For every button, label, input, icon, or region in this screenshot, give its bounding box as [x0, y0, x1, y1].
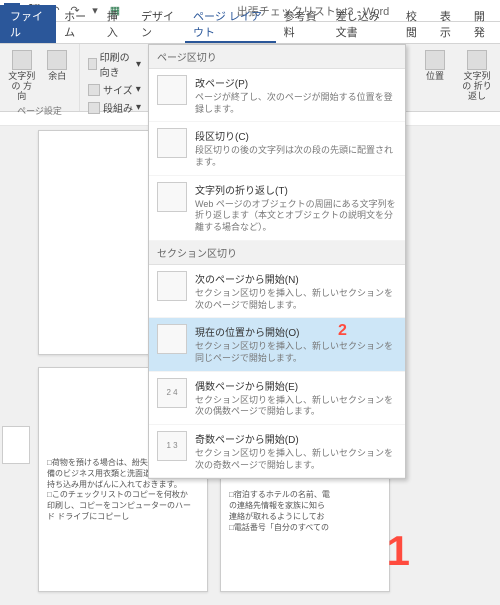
page4-body: □宿泊するホテルの名前、電 の連絡先情報を家族に知ら 連絡が取れるようにしてお …	[229, 490, 381, 533]
tab-home[interactable]: ホーム	[56, 5, 99, 43]
dropdown-section-section-breaks: セクション区切り	[149, 241, 405, 265]
break-column[interactable]: 段区切り(C)段区切りの後の文字列は次の段の先頭に配置されます。	[149, 122, 405, 175]
tab-insert[interactable]: 挿入	[99, 5, 133, 43]
page-setup-label: ページ設定	[6, 104, 73, 117]
tab-view[interactable]: 表示	[432, 5, 466, 43]
ribbon: 文字列の 方向 余白 ページ設定 印刷の向き ▾ サイズ ▾ 段組み ▾ 区切り…	[0, 44, 500, 112]
page-break-icon	[157, 75, 187, 105]
breaks-dropdown: ページ区切り 改ページ(P)ページが終了し、次のページが開始する位置を登録します…	[148, 44, 406, 479]
tab-developer[interactable]: 開発	[466, 5, 500, 43]
next-page-icon	[157, 271, 187, 301]
continuous-icon	[157, 324, 187, 354]
tab-review[interactable]: 校閲	[398, 5, 432, 43]
position-button[interactable]: 位置	[416, 48, 454, 104]
break-odd-page[interactable]: 1 3奇数ページから開始(D)セクション区切りを挿入し、新しいセクションを次の奇…	[149, 425, 405, 478]
annotation-1: 1	[387, 527, 410, 575]
dropdown-section-page-breaks: ページ区切り	[149, 45, 405, 69]
orientation-button[interactable]: 印刷の向き ▾	[86, 48, 143, 80]
odd-page-icon: 1 3	[157, 431, 187, 461]
ribbon-tabs: ファイル ホーム 挿入 デザイン ページ レイアウト 参考資料 差し込み文書 校…	[0, 22, 500, 44]
tab-mailings[interactable]: 差し込み文書	[328, 5, 398, 43]
text-wrap-button[interactable]: 文字列の 折り返し	[458, 48, 496, 104]
column-break-icon	[157, 128, 187, 158]
break-next-page[interactable]: 次のページから開始(N)セクション区切りを挿入し、新しいセクションを次のページで…	[149, 265, 405, 318]
margins-button[interactable]: 余白	[42, 48, 74, 84]
even-page-icon: 2 4	[157, 378, 187, 408]
break-page[interactable]: 改ページ(P)ページが終了し、次のページが開始する位置を登録します。	[149, 69, 405, 122]
size-button[interactable]: サイズ ▾	[86, 81, 143, 98]
tab-file[interactable]: ファイル	[0, 5, 56, 43]
text-direction-button[interactable]: 文字列の 方向	[6, 48, 38, 104]
text-wrap-break-icon	[157, 182, 187, 212]
page-thumbnail[interactable]	[2, 426, 30, 464]
break-continuous[interactable]: 現在の位置から開始(O)セクション区切りを挿入し、新しいセクションを同じページで…	[149, 318, 405, 371]
annotation-2: 2	[338, 322, 347, 340]
tab-design[interactable]: デザイン	[133, 5, 185, 43]
break-text-wrapping[interactable]: 文字列の折り返し(T)Web ページのオブジェクトの周囲にある文字列を折り返しま…	[149, 176, 405, 241]
tab-page-layout[interactable]: ページ レイアウト	[185, 5, 276, 43]
columns-button[interactable]: 段組み ▾	[86, 99, 143, 116]
break-even-page[interactable]: 2 4偶数ページから開始(E)セクション区切りを挿入し、新しいセクションを次の偶…	[149, 372, 405, 425]
tab-references[interactable]: 参考資料	[276, 5, 328, 43]
